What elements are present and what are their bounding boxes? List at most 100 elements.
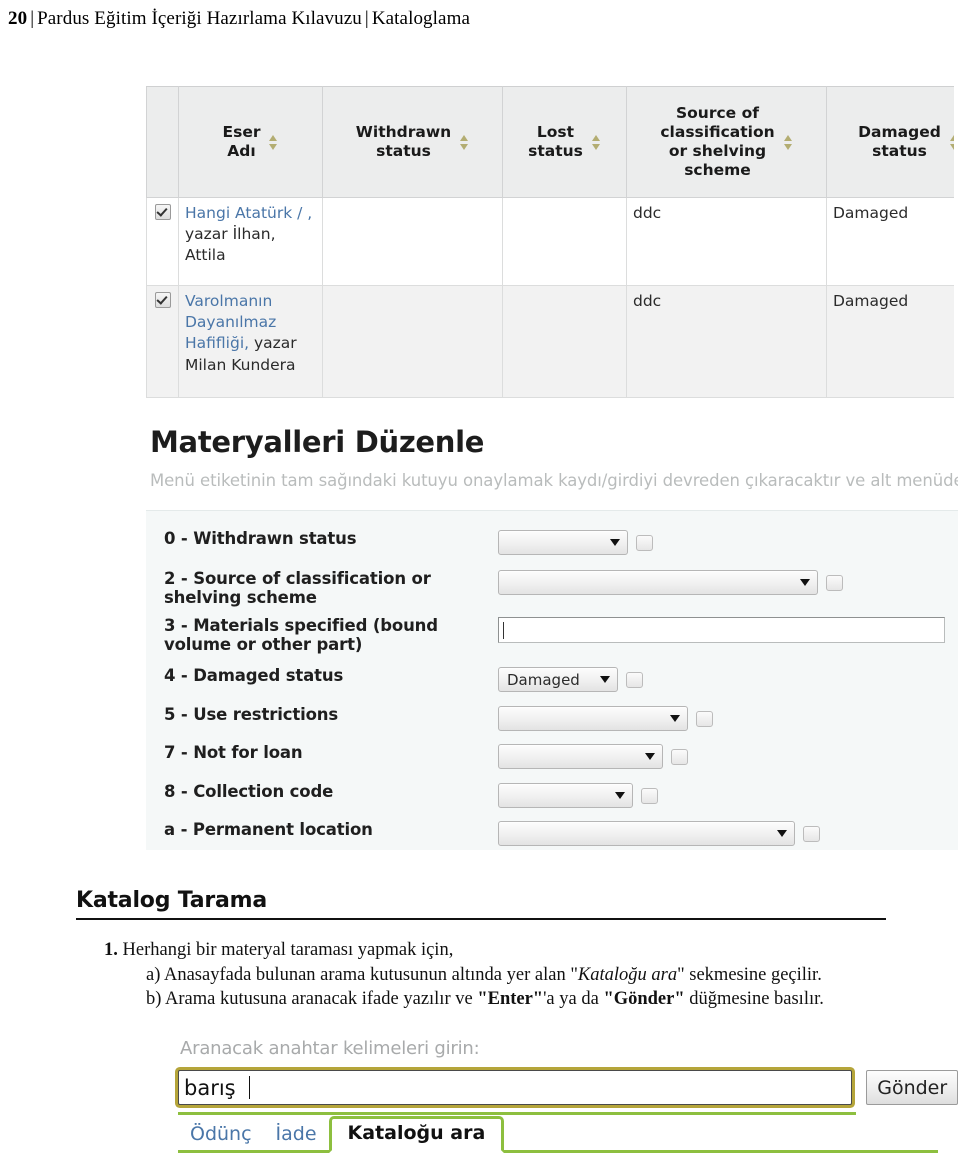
cell-withdrawn-status [322,285,503,398]
chevron-down-icon [610,539,620,546]
form-label-not-for-loan: 7 - Not for loan [164,743,303,762]
section-heading: Katalog Tarama [76,888,886,920]
sub-item-b-bold-2: "Gönder" [603,989,685,1010]
select-damaged-status-value: Damaged [507,670,580,689]
sub-item-b-text-2: 'a ya da [543,989,604,1010]
search-underline [178,1112,856,1115]
form-label-damaged-status: 4 - Damaged status [164,666,344,685]
select-source-of-classification[interactable] [498,570,818,595]
edit-form-subtitle: Menü etiketinin tam sağındaki kutuyu ona… [150,471,958,490]
column-header-damaged-status[interactable]: Damaged status [826,86,954,198]
chevron-down-icon [615,792,625,799]
search-input[interactable]: barış [178,1070,853,1105]
list-item: b) Arama kutusuna aranacak ifade yazılır… [76,987,956,1012]
checkbox-withdrawn-status[interactable] [636,534,653,551]
cell-lost-status [502,285,627,398]
column-header-withdrawn-status-label: Withdrawn status [355,123,452,160]
sort-arrows-icon[interactable] [783,134,793,150]
head-separator-1: | [30,8,35,29]
form-row-source-of-classification: 2 - Source of classification or shelving… [146,569,958,608]
cell-eser-adi: Varolmanın Dayanılmaz Hafifliği, yazar M… [178,285,323,398]
row-select-cell[interactable] [146,285,179,398]
tab-odunc[interactable]: Ödünç [178,1121,264,1150]
edit-materials-screenshot: Materyalleri Düzenle Menü etiketinin tam… [146,418,958,850]
tab-katalogu-ara[interactable]: Kataloğu ara [328,1116,505,1153]
row-checkbox[interactable] [154,292,171,308]
form-label-materials-specified: 3 - Materials specified (bound volume or… [164,616,438,655]
form-row-permanent-location: a - Permanent location [146,820,958,846]
column-header-lost-status[interactable]: Lost status [502,86,627,198]
sub-item-b-text-1: Arama kutusuna aranacak ifade yazılır ve [165,989,478,1010]
cell-source-of-classification: ddc [626,197,827,286]
form-row-collection-code: 8 - Collection code [146,782,958,808]
search-prompt-label: Aranacak anahtar kelimeleri girin: [180,1038,480,1059]
sort-arrows-icon[interactable] [949,134,954,150]
sort-arrows-icon[interactable] [591,134,601,150]
form-label-withdrawn-status: 0 - Withdrawn status [164,529,357,548]
column-header-source-of-classification[interactable]: Source of classification or shelving sch… [626,86,827,198]
edit-form-panel: 0 - Withdrawn status 2 - Source of class… [146,510,958,850]
select-use-restrictions[interactable] [498,706,688,731]
sub-item-a-text-1: Anasayfada bulunan arama kutusunun altın… [163,964,578,985]
item-author: yazar İlhan, Attila [185,225,276,265]
form-row-withdrawn-status: 0 - Withdrawn status [146,529,958,555]
form-label-collection-code: 8 - Collection code [164,782,334,801]
column-header-select [146,86,179,198]
step-number: 1. [104,940,118,960]
input-materials-specified[interactable] [498,617,945,643]
step-text: Herhangi bir materyal taraması yapmak iç… [122,940,454,960]
checkbox-not-for-loan[interactable] [671,748,688,765]
row-select-cell[interactable] [146,197,179,286]
search-row: barış Gönder [166,1059,958,1105]
document-title: Pardus Eğitim İçeriği Hazırlama Kılavuzu [37,8,362,29]
sub-item-b-marker: b) [146,989,162,1010]
checkbox-source-of-classification[interactable] [826,574,843,591]
form-row-materials-specified: 3 - Materials specified (bound volume or… [146,616,958,655]
sub-item-a-italic: Kataloğu ara [577,964,678,985]
select-collection-code[interactable] [498,783,633,808]
column-header-eser-adi-label: Eser Adı [222,123,261,160]
chevron-down-icon [670,715,680,722]
sort-arrows-icon[interactable] [460,134,469,150]
page-number: 20 [8,8,28,29]
head-separator-2: | [364,8,369,29]
cell-eser-adi: Hangi Atatürk / , yazar İlhan, Attila [178,197,323,286]
cell-source-of-classification: ddc [626,285,827,398]
column-header-withdrawn-status[interactable]: Withdrawn status [322,86,503,198]
sub-item-a-text-2: " sekmesine geçilir. [677,964,822,985]
text-cursor-icon [248,1076,251,1099]
select-permanent-location[interactable] [498,821,795,846]
column-header-eser-adi[interactable]: Eser Adı [178,86,323,198]
results-table-screenshot: Eser Adı Withdrawn status Lost status So… [146,86,954,403]
list-item: 1. Herhangi bir materyal taraması yapmak… [76,938,956,963]
item-title-link[interactable]: Hangi Atatürk / , [185,204,312,222]
select-not-for-loan[interactable] [498,744,663,769]
cell-damaged-status: Damaged [826,197,954,286]
row-checkbox[interactable] [154,204,171,220]
search-input-value: barış [184,1075,236,1100]
form-row-damaged-status: 4 - Damaged status Damaged [146,666,958,692]
chevron-down-icon [645,753,655,760]
checkbox-damaged-status[interactable] [626,671,643,688]
chevron-down-icon [777,830,787,837]
tab-iade[interactable]: İade [264,1121,329,1150]
list-item: a) Anasayfada bulunan arama kutusunun al… [76,963,956,988]
chevron-down-icon [600,676,610,683]
checkbox-use-restrictions[interactable] [696,710,713,727]
form-label-use-restrictions: 5 - Use restrictions [164,705,339,724]
column-header-lost-status-label: Lost status [528,123,583,160]
select-withdrawn-status[interactable] [498,530,628,555]
section-body: 1. Herhangi bir materyal taraması yapmak… [76,938,956,1012]
sub-item-b-text-3: düğmesine basılır. [684,989,824,1010]
submit-button[interactable]: Gönder [866,1070,958,1105]
table-row: Varolmanın Dayanılmaz Hafifliği, yazar M… [146,285,954,398]
checkbox-permanent-location[interactable] [803,825,820,842]
select-damaged-status[interactable]: Damaged [498,667,618,692]
sort-arrows-icon[interactable] [269,134,278,150]
form-row-use-restrictions: 5 - Use restrictions [146,705,958,731]
cell-damaged-status: Damaged [826,285,954,398]
checkbox-collection-code[interactable] [641,787,658,804]
sub-item-b-bold-1: "Enter" [477,989,544,1010]
page-running-head: 20 | Pardus Eğitim İçeriği Hazırlama Kılav… [8,8,470,30]
table-row: Hangi Atatürk / , yazar İlhan, Attila dd… [146,197,954,286]
